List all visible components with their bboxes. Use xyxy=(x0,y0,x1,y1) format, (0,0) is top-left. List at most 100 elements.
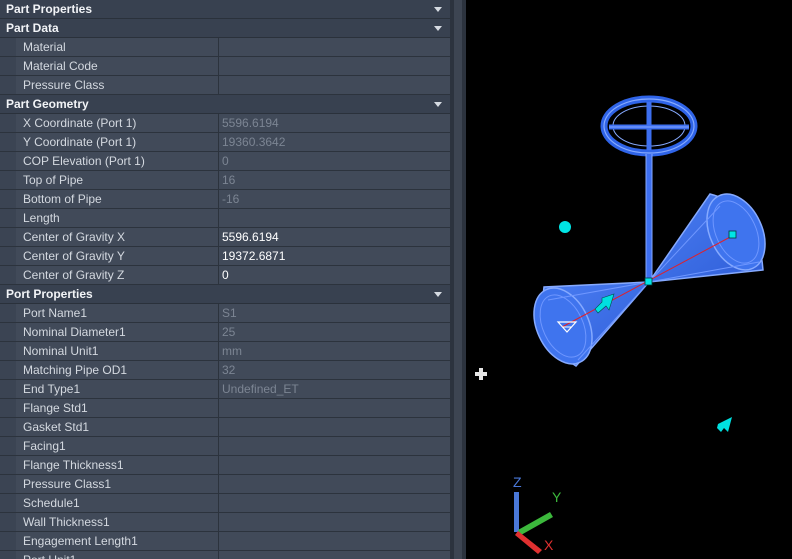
property-value: Undefined_ET xyxy=(219,380,450,398)
property-value[interactable] xyxy=(219,551,450,559)
row-gutter xyxy=(0,304,16,322)
property-row[interactable]: Port Name1 S1 xyxy=(0,304,450,323)
property-row[interactable]: Top of Pipe 16 xyxy=(0,171,450,190)
row-gutter xyxy=(0,323,16,341)
handwheel-icon[interactable] xyxy=(600,95,698,157)
property-name: X Coordinate (Port 1) xyxy=(16,114,219,132)
property-row[interactable]: Flange Std1 xyxy=(0,399,450,418)
property-row[interactable]: Length xyxy=(0,209,450,228)
property-name: Facing1 xyxy=(16,437,219,455)
valve-stem[interactable] xyxy=(645,154,653,282)
row-gutter xyxy=(0,228,16,246)
row-gutter xyxy=(0,133,16,151)
chevron-down-icon[interactable] xyxy=(434,292,442,297)
property-value[interactable]: 5596.6194 xyxy=(219,228,450,246)
property-row[interactable]: Center of Gravity Z0 xyxy=(0,266,450,285)
property-row[interactable]: Center of Gravity X 5596.6194 xyxy=(0,228,450,247)
property-row[interactable]: Center of Gravity Y 19372.6871 xyxy=(0,247,450,266)
property-value[interactable]: 19372.6871 xyxy=(219,247,450,265)
flow-arrow-icon[interactable] xyxy=(717,417,732,432)
property-value[interactable] xyxy=(219,437,450,455)
property-name: Flange Thickness1 xyxy=(16,456,219,474)
row-gutter xyxy=(0,456,16,474)
property-value: 25 xyxy=(219,323,450,341)
model-viewport[interactable]: Z Y X xyxy=(466,0,792,559)
property-value[interactable] xyxy=(219,456,450,474)
row-gutter xyxy=(0,57,16,75)
property-value[interactable] xyxy=(219,475,450,493)
panel-title-header[interactable]: Part Properties xyxy=(0,0,450,19)
property-row[interactable]: Material Code xyxy=(0,57,450,76)
property-row[interactable]: Material xyxy=(0,38,450,57)
section-title: Port Properties xyxy=(6,287,93,301)
property-value: 5596.6194 xyxy=(219,114,450,132)
property-row[interactable]: Nominal Unit1 mm xyxy=(0,342,450,361)
property-row[interactable]: Port Unit1 xyxy=(0,551,450,559)
property-name: Port Name1 xyxy=(16,304,219,322)
chevron-down-icon[interactable] xyxy=(434,7,442,12)
viewport-canvas: Z Y X xyxy=(475,95,766,554)
properties-panel: Part Properties Part Data Material Materia… xyxy=(0,0,450,559)
row-gutter xyxy=(0,38,16,56)
row-gutter xyxy=(0,152,16,170)
panel-scrollbar[interactable] xyxy=(450,0,466,559)
property-name: Center of Gravity Y xyxy=(16,247,219,265)
section-header[interactable]: Part Data xyxy=(0,19,450,38)
property-row[interactable]: Gasket Std1 xyxy=(0,418,450,437)
property-name: Gasket Std1 xyxy=(16,418,219,436)
ucs-z-label: Z xyxy=(513,474,522,490)
property-value[interactable] xyxy=(219,494,450,512)
property-row[interactable]: Pressure Class xyxy=(0,76,450,95)
property-name: Wall Thickness1 xyxy=(16,513,219,531)
property-value[interactable] xyxy=(219,38,450,56)
property-name: Pressure Class xyxy=(16,76,219,94)
property-name: Material xyxy=(16,38,219,56)
property-name: End Type1 xyxy=(16,380,219,398)
property-value[interactable] xyxy=(219,76,450,94)
row-gutter xyxy=(0,171,16,189)
grip-point-icon[interactable] xyxy=(644,277,653,286)
property-row[interactable]: Matching Pipe OD1 32 xyxy=(0,361,450,380)
chevron-down-icon[interactable] xyxy=(434,26,442,31)
property-row[interactable]: Y Coordinate (Port 1) 19360.3642 xyxy=(0,133,450,152)
chevron-down-icon[interactable] xyxy=(434,102,442,107)
property-value: 0 xyxy=(219,152,450,170)
section-header[interactable]: Port Properties xyxy=(0,285,450,304)
property-name: Y Coordinate (Port 1) xyxy=(16,133,219,151)
property-value[interactable] xyxy=(219,399,450,417)
property-row[interactable]: Nominal Diameter1 25 xyxy=(0,323,450,342)
property-name: COP Elevation (Port 1) xyxy=(16,152,219,170)
property-name: Bottom of Pipe xyxy=(16,190,219,208)
property-row[interactable]: Bottom of Pipe -16 xyxy=(0,190,450,209)
property-row[interactable]: X Coordinate (Port 1) 5596.6194 xyxy=(0,114,450,133)
grip-point-icon[interactable] xyxy=(559,221,571,233)
ucs-x-label: X xyxy=(544,537,554,553)
property-name: Schedule1 xyxy=(16,494,219,512)
property-row[interactable]: Flange Thickness1 xyxy=(0,456,450,475)
ucs-icon[interactable]: Z Y X xyxy=(513,474,562,554)
grip-point-icon[interactable] xyxy=(728,230,737,239)
row-gutter xyxy=(0,380,16,398)
property-value[interactable] xyxy=(219,532,450,550)
property-row[interactable]: COP Elevation (Port 1) 0 xyxy=(0,152,450,171)
property-row[interactable]: Engagement Length1 xyxy=(0,532,450,551)
property-name: Pressure Class1 xyxy=(16,475,219,493)
property-name: Center of Gravity X xyxy=(16,228,219,246)
scrollbar-thumb[interactable] xyxy=(454,0,462,559)
row-gutter xyxy=(0,437,16,455)
section-header[interactable]: Part Geometry xyxy=(0,95,450,114)
property-name: Material Code xyxy=(16,57,219,75)
property-row[interactable]: Schedule1 xyxy=(0,494,450,513)
property-name: Port Unit1 xyxy=(16,551,219,559)
property-row[interactable]: Wall Thickness1 xyxy=(0,513,450,532)
property-row[interactable]: End Type1 Undefined_ET xyxy=(0,380,450,399)
property-row[interactable]: Pressure Class1 xyxy=(0,475,450,494)
property-value[interactable] xyxy=(219,57,450,75)
row-gutter xyxy=(0,190,16,208)
property-value[interactable]: 0 xyxy=(219,266,450,284)
property-value[interactable] xyxy=(219,513,450,531)
property-row[interactable]: Facing1 xyxy=(0,437,450,456)
row-gutter xyxy=(0,266,16,284)
property-name: Matching Pipe OD1 xyxy=(16,361,219,379)
property-value[interactable] xyxy=(219,418,450,436)
